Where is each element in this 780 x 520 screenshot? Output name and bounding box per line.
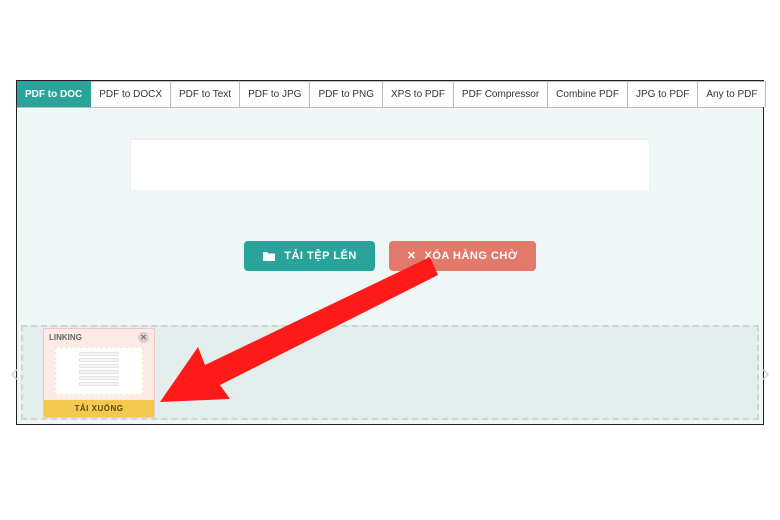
tab-any-to-pdf[interactable]: Any to PDF <box>698 81 766 107</box>
tab-label: PDF to Text <box>179 89 231 100</box>
file-thumbnail <box>55 347 143 395</box>
upload-button[interactable]: TẢI TỆP LÊN <box>244 241 375 271</box>
tab-label: PDF to JPG <box>248 89 301 100</box>
tab-pdf-to-docx[interactable]: PDF to DOCX <box>91 81 171 107</box>
close-icon: ✕ <box>407 251 417 262</box>
tab-pdf-to-doc[interactable]: PDF to DOC <box>17 81 91 107</box>
chevron-left-icon[interactable]: ‹ <box>10 357 19 388</box>
tab-xps-to-pdf[interactable]: XPS to PDF <box>383 81 454 107</box>
tab-label: PDF to PNG <box>318 89 374 100</box>
file-card: LINKING ✕ TẢI XUỐNG <box>43 328 155 418</box>
upload-label: TẢI TỆP LÊN <box>284 250 357 262</box>
action-buttons: TẢI TỆP LÊN ✕ XÓA HÀNG CHỜ <box>17 241 763 271</box>
folder-icon <box>262 251 276 262</box>
tab-pdf-to-text[interactable]: PDF to Text <box>171 81 240 107</box>
tab-label: JPG to PDF <box>636 89 689 100</box>
tab-label: Any to PDF <box>706 89 757 100</box>
tab-label: PDF to DOC <box>25 89 82 100</box>
file-queue: ‹ › LINKING ✕ TẢI XUỐNG <box>21 325 759 420</box>
download-label: TẢI XUỐNG <box>75 404 124 413</box>
chevron-right-icon[interactable]: › <box>761 357 770 388</box>
clear-queue-button[interactable]: ✕ XÓA HÀNG CHỜ <box>389 241 536 271</box>
tab-combine-pdf[interactable]: Combine PDF <box>548 81 628 107</box>
tabs-bar: PDF to DOC PDF to DOCX PDF to Text PDF t… <box>17 81 763 108</box>
tab-label: PDF Compressor <box>462 89 539 100</box>
content-area: TẢI TỆP LÊN ✕ XÓA HÀNG CHỜ ‹ › LINKING ✕ <box>17 109 763 424</box>
tab-jpg-to-pdf[interactable]: JPG to PDF <box>628 81 698 107</box>
download-button[interactable]: TẢI XUỐNG <box>44 400 154 417</box>
app-frame: PDF to DOC PDF to DOCX PDF to Text PDF t… <box>16 80 764 425</box>
card-close-button[interactable]: ✕ <box>138 332 149 343</box>
tab-pdf-to-jpg[interactable]: PDF to JPG <box>240 81 310 107</box>
card-title: LINKING <box>49 333 82 342</box>
tab-label: Combine PDF <box>556 89 619 100</box>
tab-pdf-compressor[interactable]: PDF Compressor <box>454 81 548 107</box>
tab-pdf-to-png[interactable]: PDF to PNG <box>310 81 383 107</box>
ad-placeholder <box>130 139 650 191</box>
clear-label: XÓA HÀNG CHỜ <box>425 250 518 262</box>
tab-label: PDF to DOCX <box>99 89 162 100</box>
thumbnail-content <box>79 352 119 390</box>
card-header: LINKING ✕ <box>44 329 154 346</box>
tab-label: XPS to PDF <box>391 89 445 100</box>
